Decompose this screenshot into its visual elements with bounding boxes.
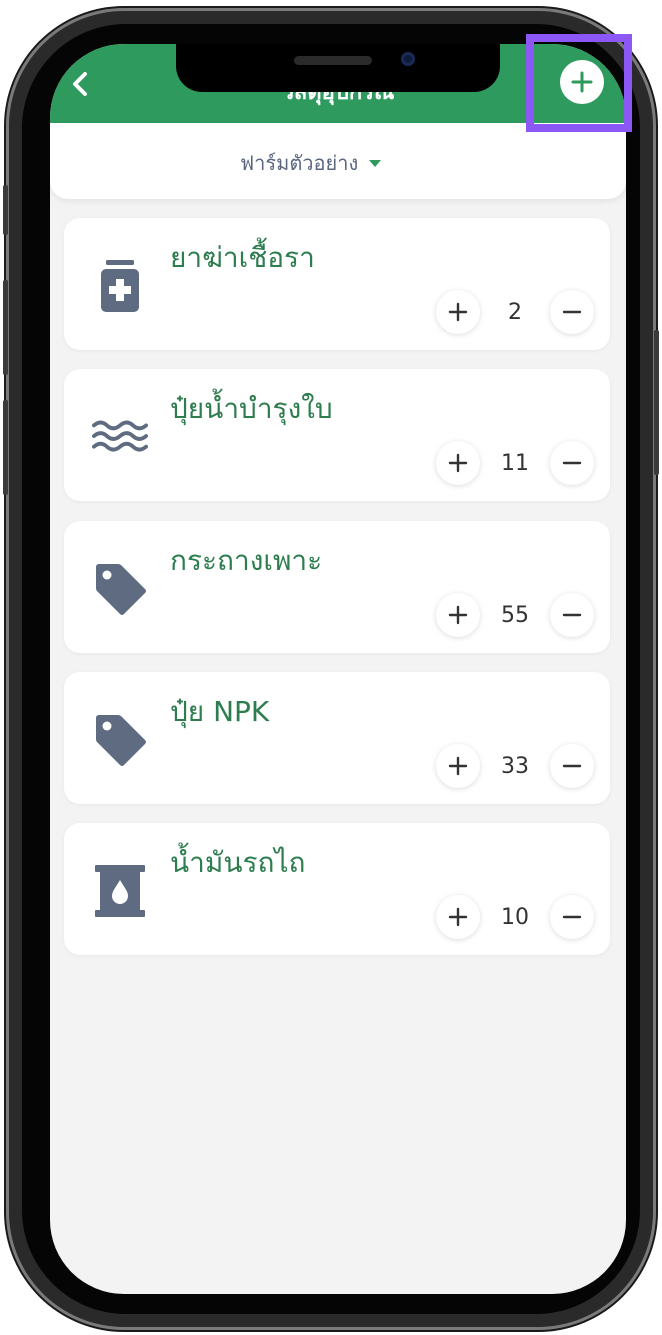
quantity-stepper: 2 — [436, 290, 594, 334]
plus-icon — [448, 756, 468, 776]
highlight-box — [526, 34, 632, 132]
minus-icon — [562, 764, 582, 768]
plus-icon — [448, 302, 468, 322]
phone-screen: วัสดุอุปกรณ์ ฟาร์มตัวอย่าง ยาฆ่าเชื้อรา — [50, 44, 626, 1294]
farm-selector-dropdown[interactable]: ฟาร์มตัวอย่าง — [240, 149, 382, 177]
phone-speaker — [294, 56, 372, 65]
item-quantity: 11 — [501, 450, 529, 476]
minus-icon — [562, 915, 582, 919]
back-arrow-icon[interactable] — [66, 70, 94, 98]
phone-notch — [176, 44, 500, 92]
plus-icon — [448, 605, 468, 625]
item-quantity: 2 — [508, 299, 522, 325]
minus-icon — [562, 310, 582, 314]
phone-volume-up-button — [3, 280, 8, 375]
increase-button[interactable] — [436, 593, 480, 637]
quantity-stepper: 10 — [436, 895, 594, 939]
item-quantity: 10 — [501, 904, 529, 930]
item-name: ปุ๋ย NPK — [170, 695, 270, 728]
decrease-button[interactable] — [550, 895, 594, 939]
decrease-button[interactable] — [550, 441, 594, 485]
minus-icon — [562, 461, 582, 465]
farm-selector-label: ฟาร์มตัวอย่าง — [240, 151, 359, 175]
plus-icon — [448, 907, 468, 927]
quantity-stepper: 33 — [436, 744, 594, 788]
phone-power-button — [654, 330, 659, 475]
increase-button[interactable] — [436, 744, 480, 788]
item-name: น้ำมันรถไถ — [170, 846, 306, 879]
decrease-button[interactable] — [550, 593, 594, 637]
increase-button[interactable] — [436, 441, 480, 485]
oil-barrel-icon — [92, 863, 148, 919]
increase-button[interactable] — [436, 895, 480, 939]
tag-icon — [92, 712, 148, 768]
item-name: กระถางเพาะ — [170, 544, 323, 577]
inventory-item-card[interactable]: ปุ๋ย NPK 33 — [64, 672, 610, 804]
phone-camera — [401, 52, 415, 66]
item-name: ปุ๋ยน้ำบำรุงใบ — [170, 392, 333, 425]
inventory-item-card[interactable]: กระถางเพาะ 55 — [64, 521, 610, 653]
decrease-button[interactable] — [550, 744, 594, 788]
decrease-button[interactable] — [550, 290, 594, 334]
item-quantity: 55 — [501, 602, 529, 628]
quantity-stepper: 11 — [436, 441, 594, 485]
caret-down-icon — [369, 159, 382, 167]
item-name: ยาฆ่าเชื้อรา — [170, 241, 315, 274]
quantity-stepper: 55 — [436, 593, 594, 637]
inventory-item-card[interactable]: น้ำมันรถไถ 10 — [64, 823, 610, 955]
water-waves-icon — [92, 409, 148, 465]
medicine-jar-icon — [92, 258, 148, 314]
tag-icon — [92, 561, 148, 617]
inventory-item-card[interactable]: ยาฆ่าเชื้อรา 2 — [64, 218, 610, 350]
phone-side-button — [3, 185, 8, 235]
increase-button[interactable] — [436, 290, 480, 334]
farm-selector-bar: ฟาร์มตัวอย่าง — [50, 123, 626, 199]
plus-icon — [448, 453, 468, 473]
inventory-item-card[interactable]: ปุ๋ยน้ำบำรุงใบ 11 — [64, 369, 610, 501]
item-quantity: 33 — [501, 753, 529, 779]
minus-icon — [562, 613, 582, 617]
phone-volume-down-button — [3, 400, 8, 495]
